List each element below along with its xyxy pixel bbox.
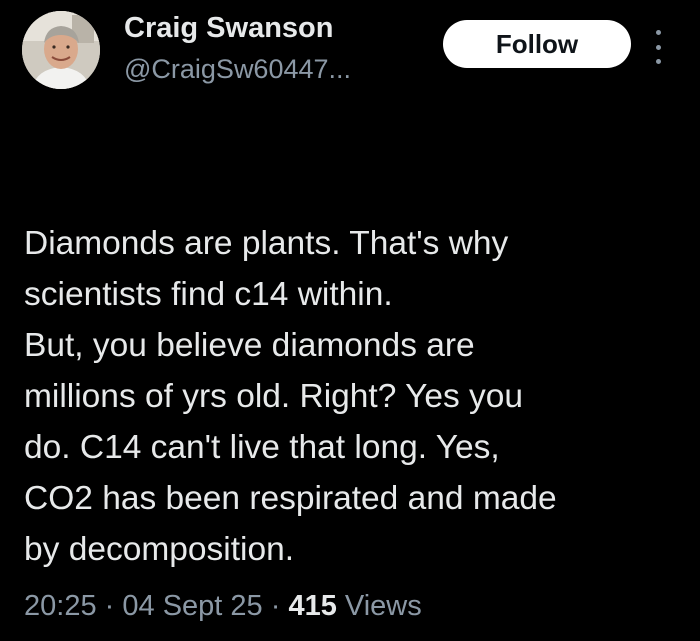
tweet-time[interactable]: 20:25 [24, 590, 97, 622]
author-display-name[interactable]: Craig Swanson [124, 12, 334, 45]
tweet-text-line: scientists find c14 within. [24, 276, 393, 313]
avatar[interactable] [22, 11, 100, 89]
tweet-text-line: do. C14 can't live that long. Yes, [24, 429, 500, 466]
meta-separator: · [104, 590, 115, 622]
views-count[interactable]: 415 [288, 590, 336, 622]
views-label: Views [344, 590, 422, 622]
tweet-text: Diamonds are plants. That's why scientis… [24, 218, 694, 575]
tweet-text-line: by decomposition. [24, 531, 295, 568]
more-vertical-icon[interactable] [651, 30, 665, 64]
tweet-text-line: millions of yrs old. Right? Yes you [24, 378, 524, 415]
tweet-date[interactable]: 04 Sept 25 [122, 590, 262, 622]
follow-button[interactable]: Follow [443, 20, 631, 68]
author-handle[interactable]: @CraigSw60447... [124, 54, 351, 85]
tweet-text-line: Diamonds are plants. That's why [24, 225, 509, 262]
tweet-text-line: But, you believe diamonds are [24, 327, 475, 364]
meta-separator: · [270, 590, 281, 622]
tweet-metadata: 20:25 · 04 Sept 25 · 415 Views [24, 590, 422, 623]
tweet-text-line: CO2 has been respirated and made [24, 480, 557, 517]
profile-photo [22, 11, 100, 89]
